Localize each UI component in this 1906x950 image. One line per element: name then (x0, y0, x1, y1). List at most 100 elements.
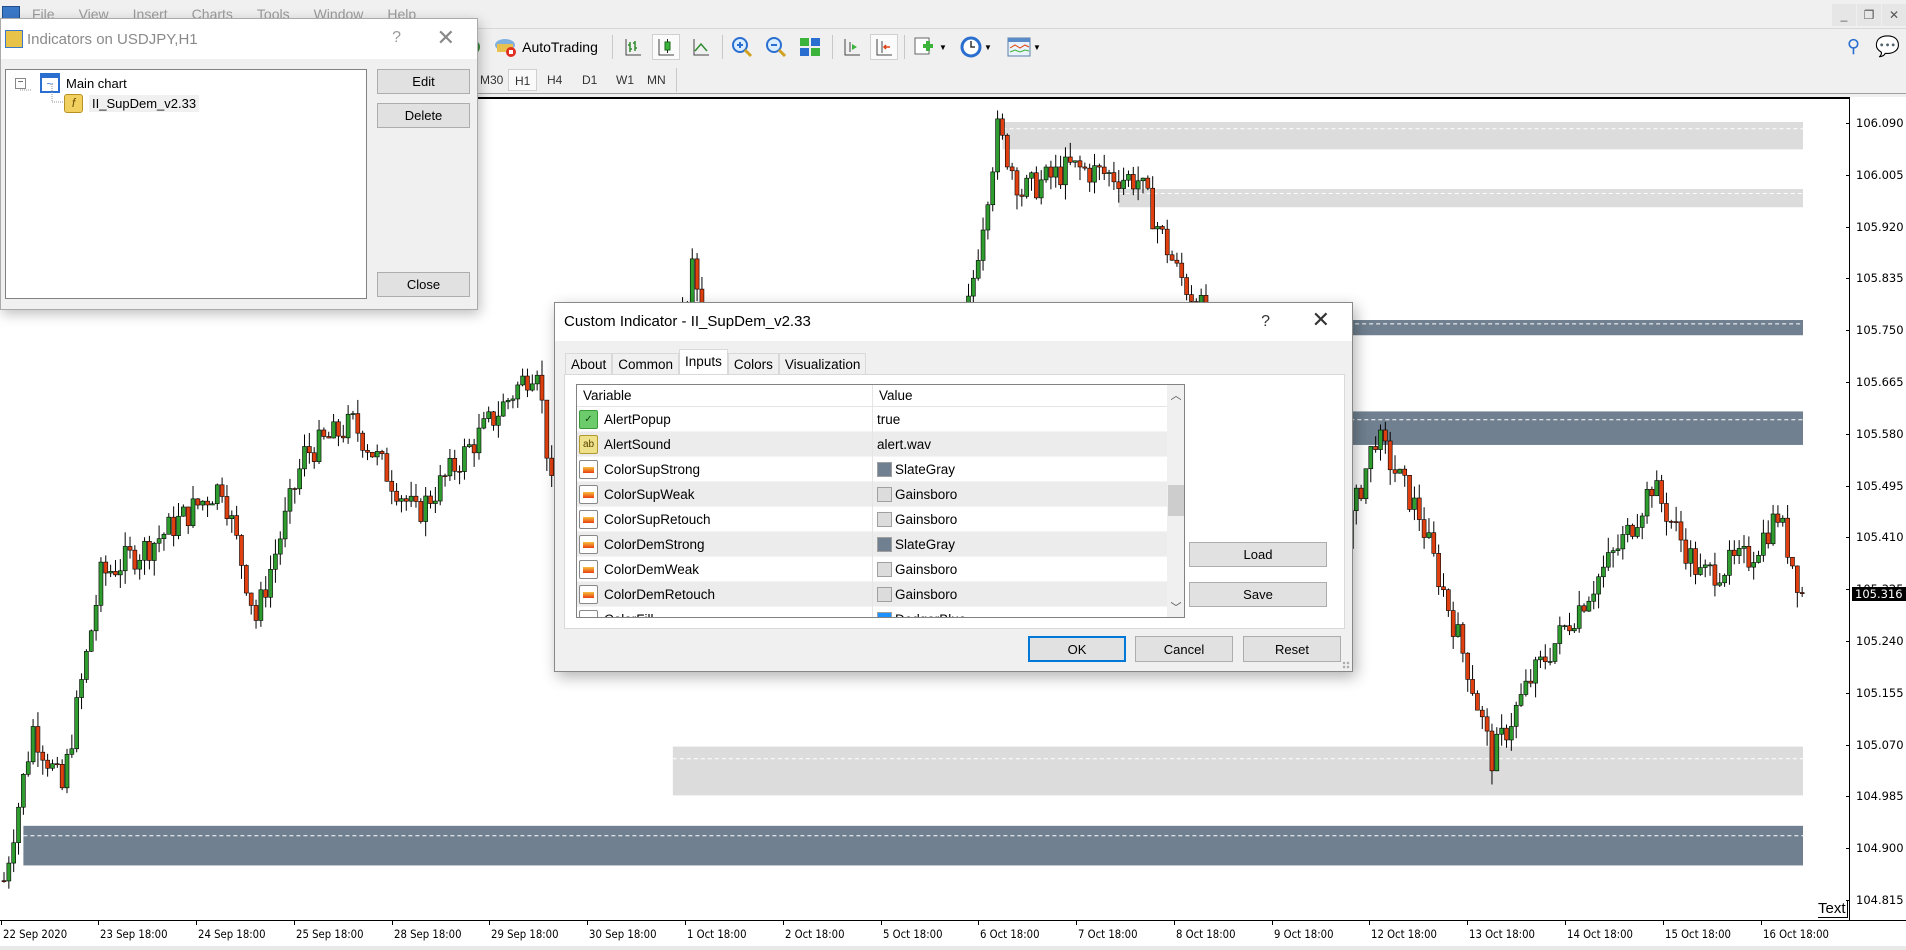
close-button[interactable]: Close (377, 272, 470, 297)
input-row-colorsupweak[interactable]: ColorSupWeak Gainsboro (577, 481, 1167, 507)
close-window-icon[interactable]: ✕ (1882, 4, 1906, 26)
candle-bull (1761, 532, 1766, 556)
indicators-dialog-titlebar[interactable]: Indicators on USDJPY,H1 ? ✕ (1, 19, 477, 59)
price-axis[interactable]: 106.090 106.005 105.920 105.835 105.750 105.6… (1846, 97, 1906, 920)
value-cell[interactable]: Gainsboro (873, 586, 958, 602)
tf-m30[interactable]: M30 (474, 69, 509, 91)
chart-shift-button[interactable] (838, 34, 866, 60)
candle-bear (1450, 610, 1456, 637)
tf-w1[interactable]: W1 (610, 69, 640, 91)
candle-bull (1586, 600, 1592, 612)
tab-visualization[interactable]: Visualization (778, 353, 867, 375)
tf-mn[interactable]: MN (641, 69, 672, 91)
edit-button[interactable]: Edit (377, 69, 470, 94)
input-row-colordemweak[interactable]: ColorDemWeak Gainsboro (577, 556, 1167, 582)
load-button[interactable]: Load (1189, 542, 1327, 567)
value-cell[interactable]: Gainsboro (873, 561, 957, 577)
input-row-colordemstrong[interactable]: ColorDemStrong SlateGray (577, 531, 1167, 557)
value-text: Gainsboro (895, 586, 958, 602)
value-cell[interactable]: Gainsboro (873, 511, 957, 527)
templates-icon (1007, 37, 1031, 57)
cancel-button[interactable]: Cancel (1135, 636, 1233, 662)
value-cell[interactable]: alert.wav (873, 437, 931, 452)
close-icon[interactable]: ✕ (437, 25, 455, 51)
price-tick-label: 105.070 (1856, 737, 1904, 752)
value-cell[interactable]: Gainsboro (873, 486, 957, 502)
bar-chart-button[interactable] (620, 34, 646, 60)
grid-scrollbar[interactable]: ︿ ﹀ (1167, 385, 1184, 617)
value-cell[interactable]: SlateGray (873, 461, 955, 477)
candle-bear (45, 759, 50, 769)
candle-bear (1421, 519, 1427, 538)
zoom-out-icon (766, 37, 787, 58)
candle-bear (428, 495, 433, 504)
input-row-colorsupstrong[interactable]: ColorSupStrong SlateGray (577, 456, 1167, 482)
indicators-button[interactable]: ▼ (910, 34, 950, 60)
zone-strong (23, 825, 1804, 866)
input-row-alertsound[interactable]: ab AlertSound alert.wav (577, 431, 1167, 457)
candle-bear (1460, 624, 1466, 654)
scroll-down-icon[interactable]: ﹀ (1167, 599, 1184, 617)
chat-icon[interactable]: 💬 (1875, 34, 1900, 59)
input-row-colorfill[interactable]: ColorFill DodgerBlue (577, 606, 1167, 617)
column-header-variable[interactable]: Variable (577, 385, 873, 406)
close-icon[interactable]: ✕ (1312, 301, 1330, 339)
value-cell[interactable]: true (873, 412, 900, 427)
help-icon[interactable]: ? (1261, 303, 1270, 341)
text-object[interactable]: Text (1818, 900, 1848, 918)
minimize-icon[interactable]: _ (1832, 4, 1856, 26)
templates-button[interactable]: ▼ (1004, 34, 1044, 60)
tf-h1[interactable]: H1 (508, 69, 538, 91)
color-type-icon (579, 584, 598, 604)
candlestick-button[interactable] (652, 34, 680, 60)
auto-scroll-button[interactable] (870, 34, 898, 60)
tf-h4[interactable]: H4 (541, 69, 568, 91)
time-axis[interactable]: 22 Sep 2020 23 Sep 18:00 24 Sep 18:00 25 Se… (0, 920, 1906, 946)
reset-button[interactable]: Reset (1243, 636, 1341, 662)
tab-common[interactable]: Common (612, 353, 680, 375)
candle-bear (205, 500, 210, 506)
candle-bear (1479, 709, 1485, 718)
dropdown-arrow-icon: ▼ (984, 42, 992, 52)
time-tick-mark (880, 921, 882, 925)
candle-bear (1484, 716, 1490, 732)
value-cell[interactable]: DodgerBlue (873, 611, 966, 617)
column-header-value[interactable]: Value (873, 385, 913, 406)
value-cell[interactable]: SlateGray (873, 536, 955, 552)
tf-d1[interactable]: D1 (576, 69, 603, 91)
input-row-colordemretouch[interactable]: ColorDemRetouch Gainsboro (577, 581, 1167, 607)
save-button[interactable]: Save (1189, 582, 1327, 607)
tab-about[interactable]: About (565, 353, 613, 375)
tile-windows-button[interactable] (796, 34, 824, 60)
periods-button[interactable]: ▼ (956, 34, 996, 60)
time-tick-label: 7 Oct 18:00 (1078, 927, 1138, 941)
candle-bull (25, 761, 31, 775)
scroll-thumb[interactable] (1168, 485, 1184, 516)
delete-button[interactable]: Delete (377, 103, 470, 128)
candle-bull (350, 413, 356, 415)
ok-button[interactable]: OK (1028, 636, 1126, 662)
search-icon[interactable]: ⚲ (1847, 36, 1860, 57)
tab-colors[interactable]: Colors (727, 353, 779, 375)
candle-bear (1581, 605, 1587, 612)
zoom-out-button[interactable] (762, 34, 790, 60)
variable-cell: ColorFill (577, 606, 873, 617)
restore-icon[interactable]: ❐ (1857, 4, 1881, 26)
help-icon[interactable]: ? (392, 29, 401, 47)
mt4-window: File View Insert Charts Tools Window Hel… (0, 0, 1906, 950)
scroll-up-icon[interactable]: ︿ (1167, 387, 1184, 405)
tree-node-indicator[interactable]: f II_SupDem_v2.33 (64, 94, 200, 113)
resize-grip[interactable] (1342, 661, 1350, 669)
input-row-alertpopup[interactable]: ✓ AlertPopup true (577, 406, 1167, 432)
candle-bull (1368, 446, 1374, 470)
price-tick-mark (1846, 330, 1850, 332)
autotrading-button[interactable]: AutoTrading (490, 34, 602, 60)
custom-indicator-titlebar[interactable]: Custom Indicator - II_SupDem_v2.33 ? ✕ (555, 303, 1352, 341)
line-chart-button[interactable] (688, 34, 714, 60)
zoom-in-button[interactable] (728, 34, 756, 60)
variable-cell: ColorSupStrong (577, 456, 873, 482)
candle-bull (1072, 160, 1078, 163)
input-row-colorsupretouch[interactable]: ColorSupRetouch Gainsboro (577, 506, 1167, 532)
tab-inputs[interactable]: Inputs (679, 349, 728, 375)
tree-node-label: Main chart (66, 75, 127, 91)
